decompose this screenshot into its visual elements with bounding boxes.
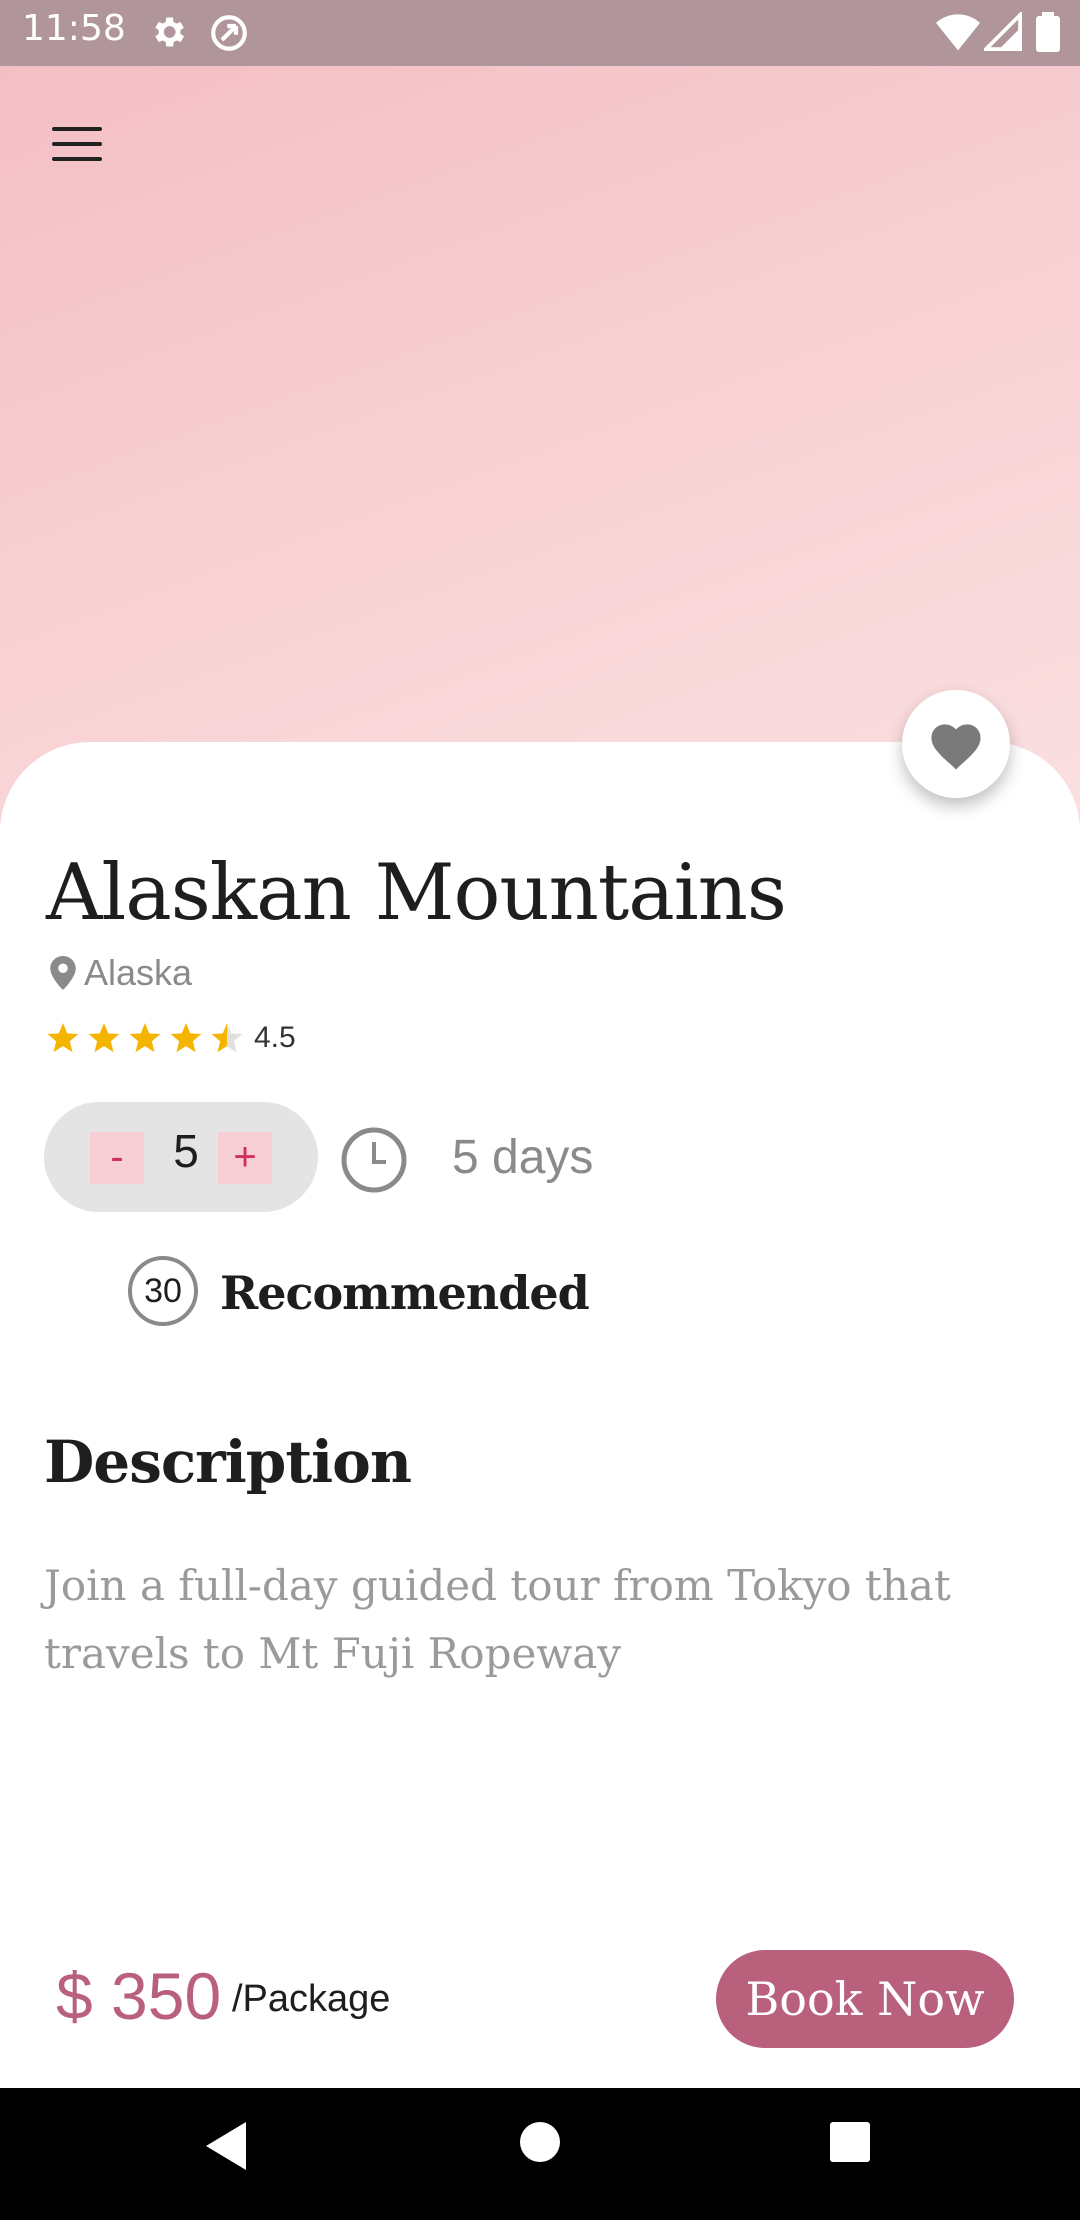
- increment-button[interactable]: +: [218, 1132, 272, 1184]
- star-icon: [47, 1023, 79, 1053]
- description-heading: Description: [44, 1428, 412, 1496]
- book-now-button[interactable]: Book Now: [716, 1950, 1014, 2048]
- map-pin-icon: [50, 956, 76, 990]
- favorite-button[interactable]: [902, 690, 1010, 798]
- sync-icon: [211, 15, 247, 51]
- description-text: Join a full-day guided tour from Tokyo t…: [44, 1561, 951, 1678]
- star-half-icon: [211, 1023, 243, 1053]
- battery-icon: [1036, 12, 1060, 52]
- status-time: 11:58: [22, 8, 126, 49]
- location: Alaska: [50, 952, 192, 994]
- star-icon: [170, 1023, 202, 1053]
- home-icon[interactable]: [518, 2120, 562, 2164]
- location-text: Alaska: [84, 952, 193, 993]
- price-unit: /Package: [232, 1978, 391, 2020]
- recents-icon[interactable]: [828, 2120, 872, 2164]
- recommended-label: Recommended: [220, 1266, 590, 1320]
- status-bar: 11:58: [0, 0, 1080, 66]
- decrement-button[interactable]: -: [90, 1132, 144, 1184]
- back-icon[interactable]: [202, 2120, 250, 2172]
- heart-icon: [931, 724, 981, 770]
- star-icon: [129, 1023, 161, 1053]
- rating-value: 4.5: [254, 1021, 296, 1054]
- signal-icon: [984, 12, 1022, 51]
- star-rating: [47, 1023, 243, 1053]
- menu-button[interactable]: [40, 115, 110, 175]
- clock-icon: [341, 1127, 407, 1193]
- rating: 4.5: [46, 1018, 296, 1058]
- navigation-bar: [0, 2088, 1080, 2220]
- settings-icon: [155, 17, 184, 47]
- recommended-count: 30: [128, 1256, 198, 1326]
- details-card: [0, 742, 1080, 2088]
- price: $ 350: [56, 1959, 222, 2033]
- star-icon: [88, 1023, 120, 1053]
- wifi-icon: [936, 14, 980, 51]
- duration: 5 days: [452, 1131, 594, 1184]
- menu-icon: [52, 127, 102, 131]
- tour-title: Alaskan Mountains: [46, 848, 787, 938]
- quantity-stepper: - 5 +: [44, 1102, 318, 1212]
- quantity-value: 5: [173, 1125, 199, 1177]
